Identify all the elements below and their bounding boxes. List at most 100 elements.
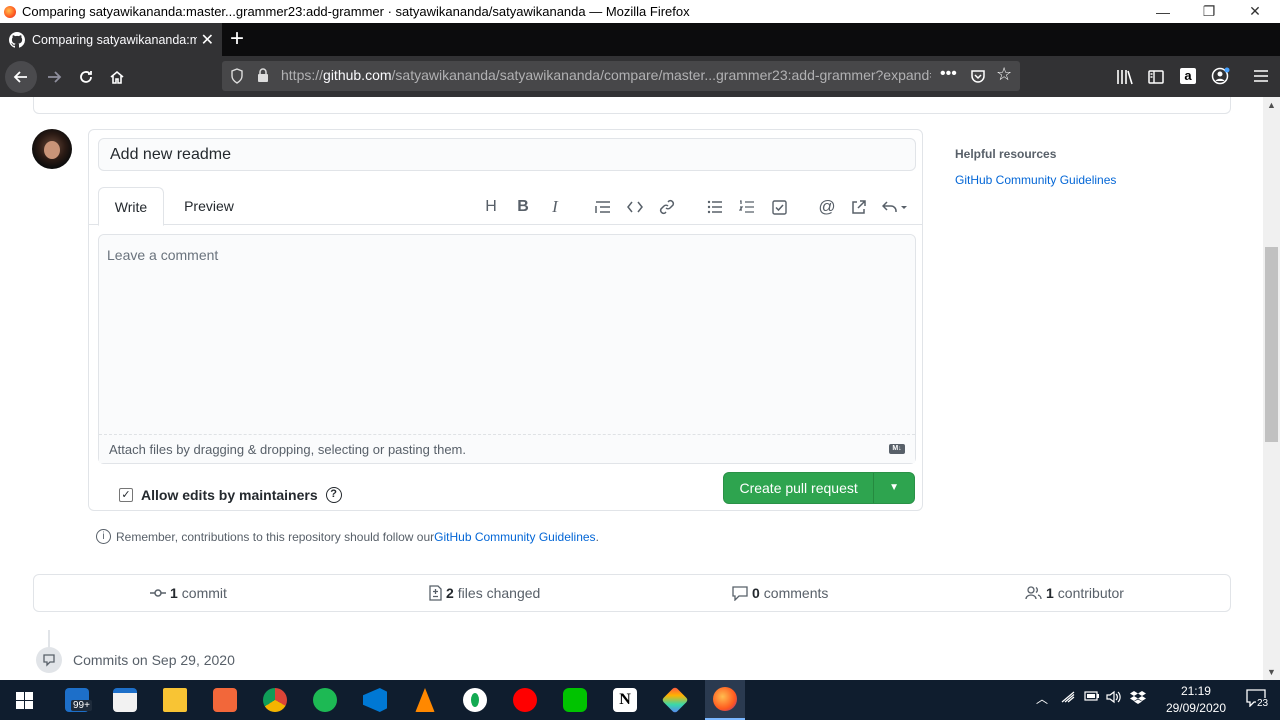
minimize-button[interactable]: — xyxy=(1140,0,1186,23)
timeline-line xyxy=(48,630,50,648)
mail-app-icon[interactable]: 99+ xyxy=(57,685,97,715)
tab-close-button[interactable]: ✕ xyxy=(201,30,214,50)
mention-icon[interactable]: @ xyxy=(816,196,838,218)
help-icon[interactable]: ? xyxy=(325,487,342,503)
tab-preview[interactable]: Preview xyxy=(171,187,247,225)
scroll-down-arrow-icon[interactable]: ▼ xyxy=(1267,667,1276,677)
page-scrollbar[interactable]: ▲ ▼ xyxy=(1263,97,1280,680)
windows-logo-icon xyxy=(15,691,33,709)
window-titlebar: Comparing satyawikananda:master...gramme… xyxy=(0,0,1280,23)
contribution-notice-text: Remember, contributions to this reposito… xyxy=(116,529,435,544)
community-guidelines-link[interactable]: GitHub Community Guidelines xyxy=(434,530,595,544)
file-explorer-icon[interactable] xyxy=(155,685,195,715)
spotify-icon[interactable] xyxy=(305,685,345,715)
task-list-icon[interactable] xyxy=(768,196,790,218)
show-hidden-icons-icon[interactable]: ︿ xyxy=(1036,690,1048,707)
account-icon[interactable] xyxy=(1211,67,1231,85)
files-changed-stat[interactable]: 2 files changed xyxy=(429,585,540,601)
create-pull-request-button[interactable]: Create pull request ▼ xyxy=(723,472,915,504)
vlc-icon[interactable] xyxy=(405,685,445,715)
page-actions-icon[interactable]: ••• xyxy=(940,65,957,83)
notice-period: . xyxy=(595,529,599,544)
sidebar-community-guidelines-link[interactable]: GitHub Community Guidelines xyxy=(955,173,1116,187)
library-icon[interactable] xyxy=(1116,69,1134,85)
attach-files-text: Attach files by dragging & dropping, sel… xyxy=(109,442,466,457)
commits-count: 1 xyxy=(170,585,178,601)
home-button[interactable] xyxy=(102,62,132,92)
sidebar-toggle-icon[interactable] xyxy=(1148,69,1164,85)
draw-app-icon[interactable] xyxy=(205,685,245,715)
forward-button[interactable] xyxy=(39,62,69,92)
scrollbar-thumb[interactable] xyxy=(1265,247,1278,442)
contribution-notice: i Remember, contributions to this reposi… xyxy=(96,529,599,544)
mongodb-compass-icon[interactable] xyxy=(455,685,495,715)
system-clock[interactable]: 21:19 29/09/2020 xyxy=(1166,683,1226,717)
start-button[interactable] xyxy=(4,685,44,715)
allow-edits-label[interactable]: Allow edits by maintainers xyxy=(141,487,318,503)
hamburger-menu-icon[interactable] xyxy=(1253,69,1269,83)
reply-icon[interactable] xyxy=(880,196,912,218)
quote-icon[interactable] xyxy=(592,196,614,218)
commits-date-header: Commits on Sep 29, 2020 xyxy=(73,652,235,668)
navigation-toolbar: https://github.com/satyawikananda/satyaw… xyxy=(0,56,1280,97)
url-text: https://github.com/satyawikananda/satyaw… xyxy=(281,67,931,83)
browser-tab[interactable]: Comparing satyawikananda:master...gramme… xyxy=(0,23,222,56)
code-icon[interactable] xyxy=(624,196,646,218)
italic-icon[interactable]: I xyxy=(544,196,566,218)
battery-icon[interactable] xyxy=(1084,690,1100,702)
comparison-stats-bar: 1 commit 2 files changed 0 comments 1 contri… xyxy=(33,574,1231,612)
files-count: 2 xyxy=(446,585,454,601)
store-app-icon[interactable] xyxy=(105,685,145,715)
info-icon: i xyxy=(96,529,111,544)
firefox-taskbar-icon[interactable] xyxy=(705,680,745,720)
window-close-button[interactable]: ✕ xyxy=(1232,0,1278,23)
reload-button[interactable] xyxy=(71,62,101,92)
tab-write[interactable]: Write xyxy=(98,187,164,226)
commits-stat[interactable]: 1 commit xyxy=(150,585,227,601)
tracking-shield-icon[interactable] xyxy=(230,68,244,84)
commits-label: commit xyxy=(181,585,227,601)
pull-request-form: Write Preview H B I @ Attach files by dr… xyxy=(88,129,923,511)
tab-title: Comparing satyawikananda:master...gramme… xyxy=(32,32,197,47)
contributors-stat[interactable]: 1 contributor xyxy=(1025,585,1124,601)
create-pull-request-label[interactable]: Create pull request xyxy=(724,473,875,503)
lock-icon[interactable] xyxy=(257,68,269,83)
pr-title-input[interactable] xyxy=(98,138,916,171)
reference-icon[interactable] xyxy=(848,196,870,218)
pocket-icon[interactable] xyxy=(970,68,986,84)
chrome-icon[interactable] xyxy=(255,685,295,715)
allow-edits-row: ✓ Allow edits by maintainers ? xyxy=(119,487,342,503)
header-icon[interactable]: H xyxy=(480,196,502,218)
new-tab-button[interactable]: + xyxy=(230,25,244,53)
youtube-music-icon[interactable] xyxy=(505,685,545,715)
wifi-icon[interactable] xyxy=(1060,690,1076,704)
line-app-icon[interactable] xyxy=(555,685,595,715)
amazon-extension-icon[interactable]: a xyxy=(1180,68,1196,84)
scroll-up-arrow-icon[interactable]: ▲ xyxy=(1267,100,1276,110)
notification-center-button[interactable]: 23 xyxy=(1246,689,1270,711)
volume-icon[interactable] xyxy=(1106,690,1122,704)
markdown-icon[interactable]: M↓ xyxy=(889,444,905,454)
create-pr-dropdown-icon[interactable]: ▼ xyxy=(874,473,914,503)
vscode-icon[interactable] xyxy=(355,685,395,715)
back-button[interactable] xyxy=(5,61,37,93)
comment-editor: Attach files by dragging & dropping, sel… xyxy=(98,234,916,464)
gitkraken-icon[interactable] xyxy=(655,685,695,715)
numbered-list-icon[interactable] xyxy=(736,196,758,218)
editor-tabs: Write Preview H B I @ xyxy=(89,187,922,226)
link-icon[interactable] xyxy=(656,196,678,218)
attach-files-bar[interactable]: Attach files by dragging & dropping, sel… xyxy=(99,434,915,463)
notion-icon[interactable]: N xyxy=(605,685,645,715)
bold-icon[interactable]: B xyxy=(512,196,534,218)
clock-time: 21:19 xyxy=(1180,684,1211,698)
bullet-list-icon[interactable] xyxy=(704,196,726,218)
restore-button[interactable]: ❐ xyxy=(1186,0,1232,23)
comment-textarea[interactable] xyxy=(99,235,915,434)
avatar[interactable] xyxy=(32,129,72,169)
dropbox-icon[interactable] xyxy=(1130,690,1146,704)
url-bar[interactable]: https://github.com/satyawikananda/satyaw… xyxy=(222,61,1020,91)
bookmark-star-icon[interactable]: ☆ xyxy=(996,64,1012,85)
comments-stat[interactable]: 0 comments xyxy=(732,585,828,601)
allow-edits-checkbox[interactable]: ✓ xyxy=(119,488,133,502)
clock-date: 29/09/2020 xyxy=(1165,701,1226,715)
